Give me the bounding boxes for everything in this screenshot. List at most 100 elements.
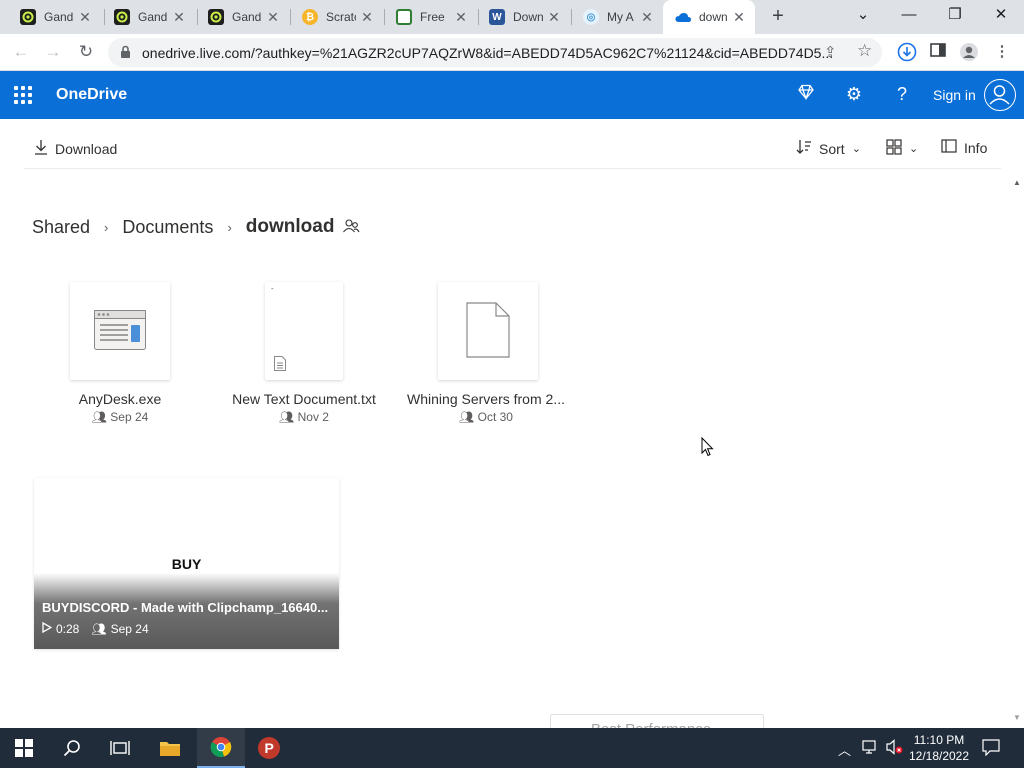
volume-muted-icon[interactable] [886, 739, 904, 760]
scrollbar[interactable]: ▲ ▼ [1010, 178, 1024, 722]
restore-button[interactable]: ❐ [932, 0, 978, 34]
system-clock[interactable]: 11:10 PM 12/18/2022 [906, 732, 972, 764]
close-tab-icon[interactable]: ✕ [359, 9, 375, 26]
profile-icon[interactable] [958, 42, 980, 64]
video-tile[interactable]: BUY BUYDISCORD - Made with Clipchamp_166… [34, 478, 339, 649]
premium-diamond-icon[interactable] [795, 84, 817, 105]
close-tab-icon[interactable]: ✕ [171, 9, 187, 26]
chevron-right-icon: › [104, 219, 109, 235]
command-bar: Download Sort ⌄ ⌄ Info [24, 129, 1001, 169]
file-name[interactable]: Whining Servers from 2... [386, 391, 586, 407]
bitcoin-icon: ₿ [302, 9, 318, 25]
new-tab-button[interactable]: + [766, 5, 790, 29]
word-icon: W [489, 9, 505, 25]
shared-people-icon[interactable] [342, 217, 360, 238]
reload-button[interactable]: ↻ [74, 40, 98, 64]
psiphon-icon[interactable]: P [245, 728, 293, 768]
download-button[interactable]: Download [34, 139, 117, 158]
search-icon[interactable] [48, 728, 96, 768]
sort-icon [796, 139, 812, 158]
browser-tab-2[interactable]: Gandi ✕ [102, 0, 195, 34]
video-thumbnail-text: BUY [171, 556, 202, 572]
app-title[interactable]: OneDrive [56, 86, 127, 104]
browser-tab-3[interactable]: Gandi ✕ [196, 0, 289, 34]
task-view-icon[interactable] [96, 728, 144, 768]
file-date: Oct 30 [477, 410, 513, 424]
chevron-down-icon: ⌄ [909, 143, 919, 155]
share-icon[interactable]: ⇪ [824, 43, 837, 61]
windows-taskbar: P ︿ 11:10 PM 12/18/2022 [0, 728, 1024, 768]
chevron-right-icon: › [227, 219, 232, 235]
network-icon[interactable] [862, 739, 880, 760]
notification-icon[interactable] [982, 739, 1000, 761]
browser-tab-7[interactable]: ◎ My A ✕ [571, 0, 663, 34]
tab-title: Gandi [232, 10, 262, 24]
onedrive-header: OneDrive ⚙ ? Sign in [0, 71, 1024, 119]
onedrive-icon [675, 9, 691, 25]
globe-icon: ◎ [583, 9, 599, 25]
close-tab-icon[interactable]: ✕ [453, 9, 469, 26]
view-toggle-button[interactable]: ⌄ [886, 139, 918, 158]
app-launcher-icon[interactable] [14, 86, 32, 104]
breadcrumb-documents[interactable]: Documents [122, 217, 213, 238]
scroll-down-icon[interactable]: ▼ [1013, 713, 1021, 722]
file-name[interactable]: New Text Document.txt [204, 391, 404, 407]
chevron-down-icon: ⌄ [851, 143, 861, 155]
forward-button[interactable]: → [41, 40, 65, 64]
breadcrumb: Shared › Documents › download [32, 216, 360, 238]
play-icon [42, 621, 53, 636]
file-date: Sep 24 [110, 410, 149, 424]
tab-title: Gandi [44, 10, 74, 24]
breadcrumb-current: download [245, 216, 335, 237]
scroll-up-icon[interactable]: ▲ [1013, 178, 1021, 187]
file-name[interactable]: AnyDesk.exe [20, 391, 220, 407]
file-tile-whining-servers[interactable] [438, 282, 538, 380]
tab-title: Down [513, 10, 543, 24]
clock-date: 12/18/2022 [908, 749, 970, 763]
download-icon [34, 139, 48, 158]
breadcrumb-shared[interactable]: Shared [32, 217, 90, 238]
close-tab-icon[interactable]: ✕ [265, 9, 281, 26]
shared-icon: 👥︎ [91, 622, 107, 636]
close-tab-icon[interactable]: ✕ [731, 9, 747, 26]
shared-icon: 👥︎ [459, 410, 478, 424]
video-date: Sep 24 [110, 622, 149, 636]
svg-text:P: P [265, 740, 274, 756]
browser-tab-active[interactable]: down ✕ [663, 0, 755, 34]
executable-file-icon [94, 310, 146, 355]
browser-tab-4[interactable]: ₿ Scratch ✕ [290, 0, 383, 34]
browser-menu-icon[interactable]: ⋮ [991, 42, 1013, 64]
chevron-up-icon[interactable]: ︿ [838, 740, 851, 759]
back-button[interactable]: ← [9, 40, 33, 64]
sort-button[interactable]: Sort ⌄ [796, 139, 861, 158]
video-name[interactable]: BUYDISCORD - Made with Clipchamp_16640..… [42, 600, 328, 615]
file-tile-text-document[interactable]: - [265, 282, 343, 380]
tab-search-icon[interactable]: ⌄ [840, 0, 886, 34]
info-label: Info [964, 139, 988, 156]
minimize-button[interactable]: — [886, 0, 932, 34]
close-window-button[interactable]: ✕ [978, 0, 1024, 34]
address-bar[interactable]: onedrive.live.com/?authkey=%21AGZR2cUP7A… [108, 38, 882, 67]
close-tab-icon[interactable]: ✕ [639, 9, 655, 26]
browser-tab-6[interactable]: W Down ✕ [477, 0, 570, 34]
file-tile-anydesk[interactable] [70, 282, 170, 380]
sign-in-link[interactable]: Sign in [933, 87, 976, 103]
settings-gear-icon[interactable]: ⚙ [843, 84, 865, 105]
sort-label: Sort [819, 140, 845, 157]
info-button[interactable]: Info [941, 139, 987, 156]
close-tab-icon[interactable]: ✕ [77, 9, 93, 26]
help-icon[interactable]: ? [891, 84, 913, 105]
file-explorer-icon[interactable] [146, 728, 194, 768]
chrome-icon[interactable] [197, 728, 245, 768]
user-avatar-icon[interactable] [984, 79, 1016, 111]
url-text[interactable]: onedrive.live.com/?authkey=%21AGZR2cUP7A… [142, 45, 832, 61]
bookmark-star-icon[interactable]: ☆ [857, 41, 872, 61]
tab-title: Free [420, 10, 445, 24]
browser-tab-5[interactable]: Free ✕ [384, 0, 477, 34]
windows-start-icon[interactable] [0, 728, 48, 768]
download-indicator-icon[interactable] [896, 42, 918, 64]
close-tab-icon[interactable]: ✕ [546, 9, 562, 26]
lock-icon[interactable] [120, 45, 131, 64]
browser-tab-1[interactable]: Gandi ✕ [8, 0, 101, 34]
side-panel-icon[interactable] [927, 42, 949, 64]
